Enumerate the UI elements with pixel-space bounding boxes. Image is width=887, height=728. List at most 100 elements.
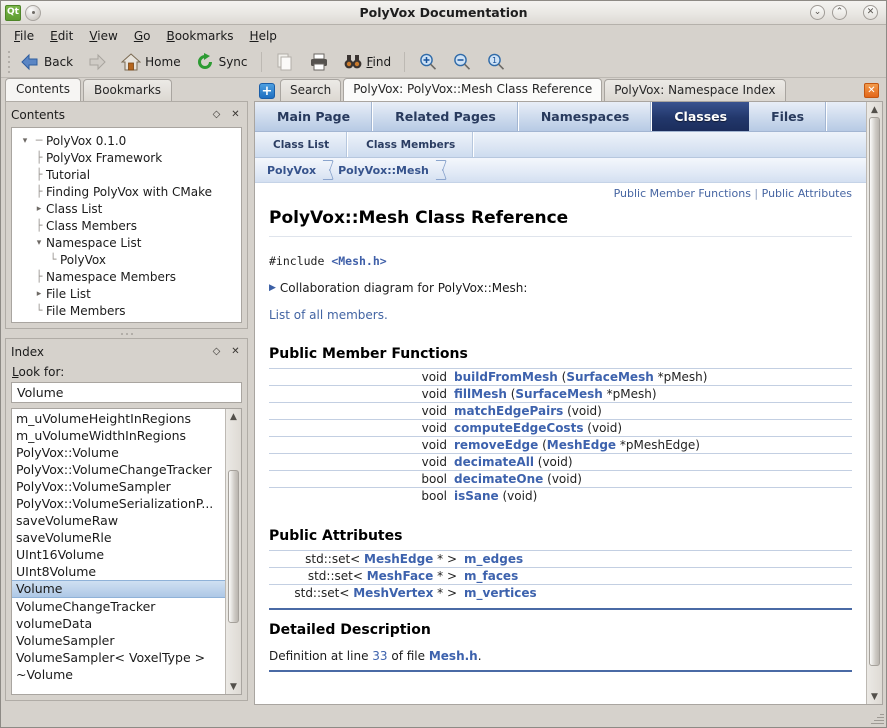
scroll-track[interactable]	[867, 117, 882, 689]
table-row[interactable]: std::set< MeshEdge * > m_edges	[269, 551, 852, 568]
list-item[interactable]: ~Volume	[12, 666, 225, 683]
tree-item-class-list[interactable]: ▸ Class List	[14, 200, 239, 217]
all-members-link[interactable]: List of all members.	[269, 308, 852, 322]
close-window-button[interactable]: ✕	[863, 5, 878, 20]
tree-item-namespace-list[interactable]: ▾ Namespace List	[14, 234, 239, 251]
list-item[interactable]: PolyVox::VolumeChangeTracker	[12, 461, 225, 478]
definition-file[interactable]: Mesh.h	[429, 649, 478, 663]
member-name[interactable]: decimateAll	[454, 455, 534, 469]
tree-item-tutorial[interactable]: ├ Tutorial	[14, 166, 239, 183]
find-button[interactable]: Find	[337, 48, 398, 76]
index-list-scrollbar[interactable]: ▲ ▼	[225, 409, 241, 694]
tab-class-members[interactable]: Class Members	[348, 132, 474, 157]
print-button[interactable]	[303, 48, 335, 76]
index-list[interactable]: m_uVolumeHeightInRegions m_uVolumeWidthI…	[12, 409, 225, 694]
zoom-reset-button[interactable]: 1	[480, 48, 512, 76]
table-row[interactable]: void decimateAll (void)	[269, 454, 852, 471]
menu-help[interactable]: Help	[243, 27, 284, 45]
scroll-up-icon[interactable]: ▲	[867, 102, 882, 117]
member-name[interactable]: decimateOne	[454, 472, 543, 486]
tab-mesh-class-reference[interactable]: PolyVox: PolyVox::Mesh Class Reference	[343, 78, 602, 101]
link-public-member-functions[interactable]: Public Member Functions	[614, 187, 751, 200]
menu-bookmarks[interactable]: Bookmarks	[159, 27, 240, 45]
scroll-down-icon[interactable]: ▼	[226, 679, 241, 694]
arg-type[interactable]: MeshEdge	[547, 438, 616, 452]
tab-namespaces[interactable]: Namespaces	[519, 102, 653, 131]
attribute-name[interactable]: m_edges	[464, 552, 523, 566]
menu-view[interactable]: View	[82, 27, 124, 45]
table-row[interactable]: void buildFromMesh (SurfaceMesh *pMesh)	[269, 369, 852, 386]
table-row[interactable]: bool decimateOne (void)	[269, 471, 852, 488]
tree-item-finding-polyvox-cmake[interactable]: ├ Finding PolyVox with CMake	[14, 183, 239, 200]
scroll-down-icon[interactable]: ▼	[867, 689, 882, 704]
float-icon[interactable]: ◇	[210, 109, 223, 122]
definition-line-number[interactable]: 33	[372, 649, 387, 663]
shade-button[interactable]: ⌄	[810, 5, 825, 20]
index-search-input[interactable]: Volume	[11, 382, 242, 403]
unshade-button[interactable]: ⌃	[832, 5, 847, 20]
sync-button[interactable]: Sync	[189, 48, 254, 76]
list-item[interactable]: VolumeSampler	[12, 632, 225, 649]
attribute-name[interactable]: m_faces	[464, 569, 518, 583]
tab-search[interactable]: Search	[280, 79, 341, 101]
tree-item-polyvox-framework[interactable]: ├ PolyVox Framework	[14, 149, 239, 166]
collaboration-diagram-toggle[interactable]: ▶ Collaboration diagram for PolyVox::Mes…	[269, 281, 852, 295]
arg-type[interactable]: SurfaceMesh	[566, 370, 653, 384]
close-icon[interactable]: ✕	[229, 109, 242, 122]
breadcrumb-polyvox-mesh[interactable]: PolyVox::Mesh	[338, 164, 429, 177]
tab-related-pages[interactable]: Related Pages	[373, 102, 519, 131]
tree-item-file-list[interactable]: ▸ File List	[14, 285, 239, 302]
back-button[interactable]: Back	[14, 48, 79, 76]
expander-icon[interactable]: ▾	[32, 238, 46, 248]
link-public-attributes[interactable]: Public Attributes	[762, 187, 852, 200]
contents-tree[interactable]: ▾─ PolyVox 0.1.0 ├ PolyVox Framework ├ T…	[11, 127, 242, 323]
tab-files[interactable]: Files	[749, 102, 827, 131]
dock-tab-bookmarks[interactable]: Bookmarks	[83, 79, 172, 101]
menu-edit[interactable]: Edit	[43, 27, 80, 45]
scroll-thumb[interactable]	[869, 117, 880, 666]
tree-item-polyvox-010[interactable]: ▾─ PolyVox 0.1.0	[14, 132, 239, 149]
member-name[interactable]: buildFromMesh	[454, 370, 558, 384]
tree-item-file-members[interactable]: └ File Members	[14, 302, 239, 319]
dock-splitter[interactable]	[1, 329, 252, 338]
type-class[interactable]: MeshEdge	[364, 552, 433, 566]
list-item[interactable]: VolumeChangeTracker	[12, 598, 225, 615]
table-row[interactable]: bool isSane (void)	[269, 488, 852, 505]
float-icon[interactable]: ◇	[210, 346, 223, 359]
list-item[interactable]: saveVolumeRaw	[12, 512, 225, 529]
zoom-out-button[interactable]	[446, 48, 478, 76]
list-item-selected[interactable]: Volume	[12, 580, 225, 598]
expander-icon[interactable]: ▾	[18, 136, 32, 146]
tree-item-namespace-members[interactable]: ├ Namespace Members	[14, 268, 239, 285]
tab-main-page[interactable]: Main Page	[255, 102, 373, 131]
breadcrumb-polyvox[interactable]: PolyVox	[267, 164, 316, 177]
window-menu-button[interactable]	[25, 5, 41, 21]
member-name[interactable]: removeEdge	[454, 438, 538, 452]
new-tab-button[interactable]: +	[259, 83, 275, 99]
collapser-icon[interactable]: ▸	[32, 204, 46, 214]
list-item[interactable]: volumeData	[12, 615, 225, 632]
list-item[interactable]: PolyVox::VolumeSampler	[12, 478, 225, 495]
menu-go[interactable]: Go	[127, 27, 158, 45]
list-item[interactable]: VolumeSampler< VoxelType >	[12, 649, 225, 666]
list-item[interactable]: UInt8Volume	[12, 563, 225, 580]
copy-button[interactable]	[269, 48, 301, 76]
list-item[interactable]: m_uVolumeWidthInRegions	[12, 427, 225, 444]
tab-classes[interactable]: Classes	[652, 102, 749, 131]
table-row[interactable]: void matchEdgePairs (void)	[269, 403, 852, 420]
list-item[interactable]: PolyVox::VolumeSerializationP...	[12, 495, 225, 512]
table-row[interactable]: std::set< MeshFace * > m_faces	[269, 568, 852, 585]
member-name[interactable]: fillMesh	[454, 387, 507, 401]
member-name[interactable]: matchEdgePairs	[454, 404, 563, 418]
tree-item-class-members[interactable]: ├ Class Members	[14, 217, 239, 234]
table-row[interactable]: std::set< MeshVertex * > m_vertices	[269, 585, 852, 602]
resize-grip[interactable]	[870, 711, 884, 725]
tree-item-polyvox[interactable]: └ PolyVox	[14, 251, 239, 268]
forward-button[interactable]	[81, 48, 113, 76]
type-class[interactable]: MeshFace	[367, 569, 434, 583]
document-scrollbar[interactable]: ▲ ▼	[866, 102, 882, 704]
zoom-in-button[interactable]	[412, 48, 444, 76]
dock-tab-contents[interactable]: Contents	[5, 78, 81, 101]
table-row[interactable]: void computeEdgeCosts (void)	[269, 420, 852, 437]
home-button[interactable]: Home	[115, 48, 186, 76]
